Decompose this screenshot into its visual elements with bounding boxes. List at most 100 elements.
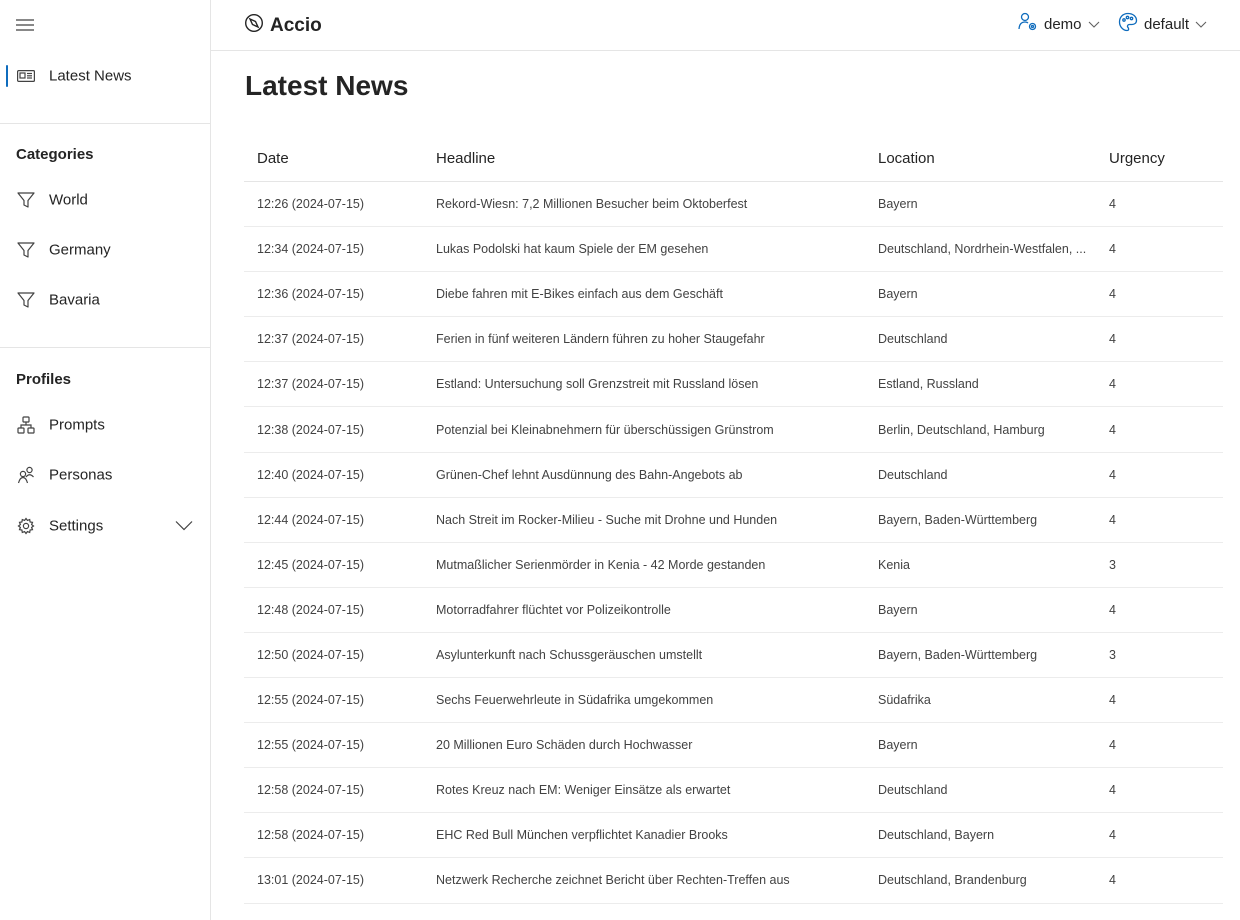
table-row[interactable]: 12:55 (2024-07-15) Sechs Feuerwehrleute i… [244,678,1223,724]
user-menu[interactable]: demo [1018,12,1100,36]
column-header-location[interactable]: Location [878,150,935,167]
cell-headline: Rekord-Wiesn: 7,2 Millionen Besucher bei… [436,197,748,212]
cell-headline: Lukas Podolski hat kaum Spiele der EM ge… [436,242,709,257]
cell-date: 12:38 (2024-07-15) [257,422,365,437]
flowchart-icon [16,415,36,435]
table-row[interactable]: 12:44 (2024-07-15) Nach Streit im Rocker-… [244,498,1223,543]
sidebar-item-prompts[interactable]: Prompts [0,405,210,445]
sidebar-item-personas[interactable]: Personas [0,455,210,495]
cell-date: 12:37 (2024-07-15) [257,332,365,347]
cell-location: Estland, Russland [878,377,979,392]
sidebar-item-latest-news[interactable]: Latest News [0,56,210,96]
sidebar-item-label: World [49,191,88,209]
table-row[interactable]: 12:37 (2024-07-15) Estland: Untersuchung … [244,362,1223,408]
sidebar-divider [0,123,210,124]
app-root: Latest News Categories World Germany Bav… [0,0,1240,920]
table-row[interactable]: 12:36 (2024-07-15) Diebe fahren mit E-Bik… [244,272,1223,318]
cell-headline: Motorradfahrer flüchtet vor Polizeikontr… [436,602,671,617]
cell-urgency: 4 [1109,242,1116,257]
cell-date: 12:58 (2024-07-15) [257,783,365,798]
cell-urgency: 4 [1109,828,1116,843]
cell-urgency: 4 [1109,377,1116,392]
page-title: Latest News [245,70,409,101]
table-row[interactable]: 12:38 (2024-07-15) Potenzial bei Kleinabn… [244,407,1223,453]
cell-location: Südafrika [878,693,931,708]
sidebar-item-germany[interactable]: Germany [0,230,210,270]
cell-urgency: 4 [1109,512,1116,527]
news-table: Date Headline Location Urgency 12:26 (20… [244,136,1223,904]
cell-location: Bayern, Baden-Württemberg [878,512,1038,527]
cell-location: Deutschland [878,332,948,347]
cell-headline: Sechs Feuerwehrleute in Südafrika umgeko… [436,693,714,708]
cell-urgency: 4 [1109,693,1116,708]
cell-headline: Mutmaßlicher Serienmörder in Kenia - 42 … [436,557,766,572]
table-row[interactable]: 12:58 (2024-07-15) Rotes Kreuz nach EM: W… [244,768,1223,814]
table-row[interactable]: 13:01 (2024-07-15) Netzwerk Recherche zei… [244,858,1223,904]
cell-date: 12:45 (2024-07-15) [257,557,365,572]
table-row[interactable]: 12:58 (2024-07-15) EHC Red Bull München v… [244,813,1223,859]
cell-headline: Potenzial bei Kleinabnehmern für übersch… [436,422,774,437]
cell-headline: Nach Streit im Rocker-Milieu - Suche mit… [436,512,778,527]
brand[interactable]: Accio [244,13,322,39]
table-row[interactable]: 12:34 (2024-07-15) Lukas Podolski hat kau… [244,227,1223,273]
theme-menu-label: default [1144,15,1190,33]
cell-urgency: 4 [1109,783,1116,798]
table-row[interactable]: 12:40 (2024-07-15) Grünen-Chef lehnt Ausd… [244,453,1223,498]
sidebar-item-label: Personas [49,466,113,484]
cell-headline: Netzwerk Recherche zeichnet Bericht über… [436,873,790,888]
table-row[interactable]: 12:48 (2024-07-15) Motorradfahrer flüchte… [244,588,1223,633]
cell-location: Deutschland, Nordrhein-Westfalen, ... [878,242,1087,257]
cell-date: 12:58 (2024-07-15) [257,828,365,843]
table-body: 12:26 (2024-07-15) Rekord-Wiesn: 7,2 Mill… [244,182,1223,904]
table-row[interactable]: 12:55 (2024-07-15) 20 Millionen Euro Schä… [244,723,1223,769]
table-row[interactable]: 12:26 (2024-07-15) Rekord-Wiesn: 7,2 Mill… [244,182,1223,228]
column-header-urgency[interactable]: Urgency [1109,150,1165,167]
theme-menu[interactable]: default [1118,12,1207,36]
cell-date: 13:01 (2024-07-15) [257,873,365,888]
cell-location: Deutschland, Bayern [878,828,995,843]
sidebar: Latest News Categories World Germany Bav… [0,0,211,920]
hamburger-menu-icon[interactable] [16,18,36,32]
profiles-heading: Profiles [16,371,72,388]
palette-icon [1118,12,1138,36]
cell-headline: Rotes Kreuz nach EM: Weniger Einsätze al… [436,783,731,798]
cell-urgency: 4 [1109,332,1116,347]
sidebar-item-settings[interactable]: Settings [0,506,210,546]
table-row[interactable]: 12:50 (2024-07-15) Asylunterkunft nach Sc… [244,633,1223,679]
cell-date: 12:55 (2024-07-15) [257,738,365,753]
cell-headline: Estland: Untersuchung soll Grenzstreit m… [436,377,759,392]
table-header-row: Date Headline Location Urgency [244,136,1223,182]
cell-location: Berlin, Deutschland, Hamburg [878,422,1045,437]
categories-heading: Categories [16,146,94,163]
cell-urgency: 4 [1109,467,1116,482]
cell-urgency: 4 [1109,287,1116,302]
column-header-headline[interactable]: Headline [436,150,495,167]
sidebar-item-bavaria[interactable]: Bavaria [0,280,210,320]
cell-date: 12:55 (2024-07-15) [257,693,365,708]
column-header-date[interactable]: Date [257,150,289,167]
cell-urgency: 4 [1109,738,1116,753]
cell-date: 12:50 (2024-07-15) [257,647,365,662]
chevron-down-icon [1195,16,1207,33]
filter-icon [16,290,36,310]
sidebar-item-label: Latest News [49,67,132,85]
brand-name: Accio [270,15,322,36]
cell-date: 12:48 (2024-07-15) [257,602,365,617]
chevron-down-icon[interactable] [175,518,193,535]
sidebar-item-label: Germany [49,241,111,259]
cell-date: 12:36 (2024-07-15) [257,287,365,302]
cell-date: 12:44 (2024-07-15) [257,512,365,527]
sidebar-item-world[interactable]: World [0,180,210,220]
sidebar-item-label: Prompts [49,416,105,434]
sidebar-item-label: Settings [49,517,104,535]
table-row[interactable]: 12:45 (2024-07-15) Mutmaßlicher Serienmör… [244,543,1223,588]
sidebar-divider [0,347,210,348]
compass-icon [244,13,264,39]
newspaper-icon [16,66,36,86]
table-row[interactable]: 12:37 (2024-07-15) Ferien in fünf weitere… [244,317,1223,363]
top-bar: Accio demo default [211,0,1240,51]
cell-urgency: 3 [1109,647,1116,662]
cell-urgency: 4 [1109,197,1116,212]
cell-urgency: 4 [1109,602,1116,617]
cell-urgency: 4 [1109,873,1116,888]
